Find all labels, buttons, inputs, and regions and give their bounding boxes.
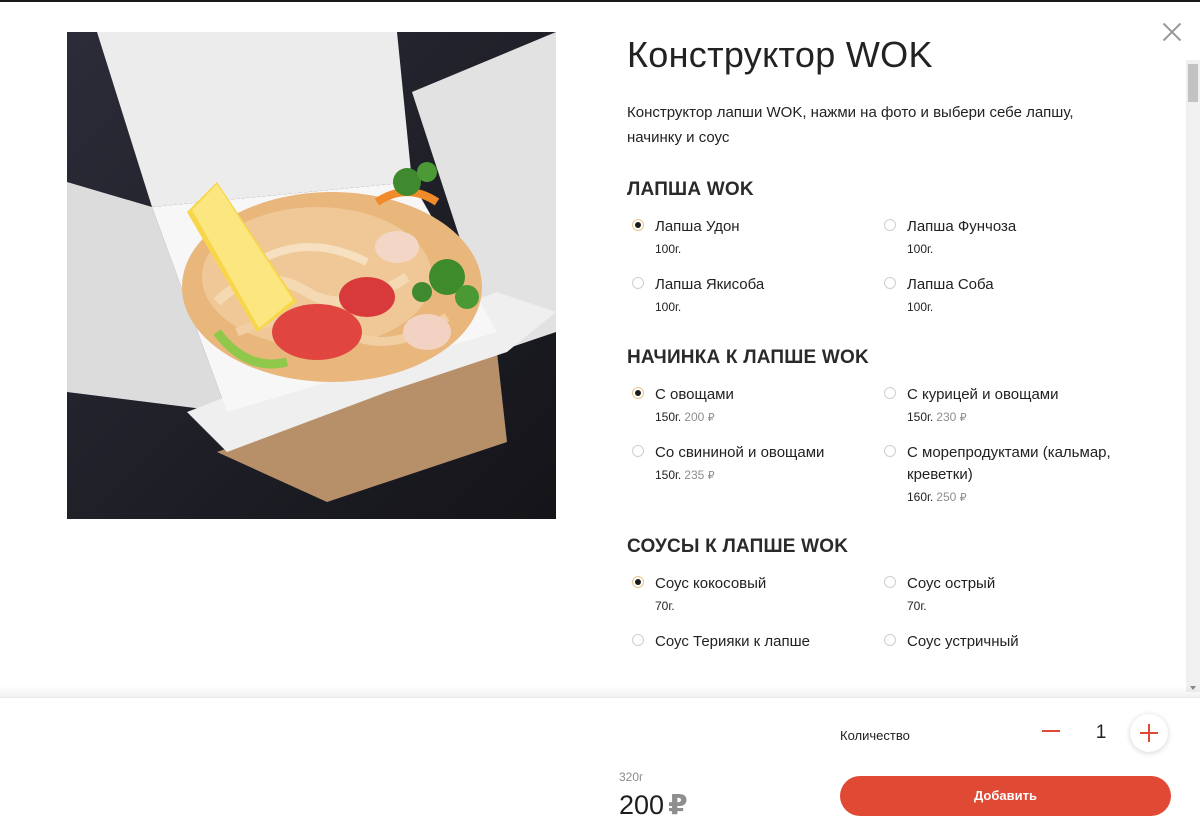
ruble-icon: ₽ bbox=[668, 789, 688, 820]
total-price-value: 200 bbox=[619, 790, 665, 820]
option-weight: 150г. bbox=[655, 468, 682, 482]
ruble-icon: ₽ bbox=[959, 492, 967, 504]
option-coconut-sauce[interactable]: Соус кокосовый 70г. bbox=[627, 573, 879, 617]
option-meta: 150г. 230 ₽ bbox=[907, 408, 1131, 427]
option-meta: 150г. 235 ₽ bbox=[655, 466, 879, 485]
option-price: 200 ₽ bbox=[684, 410, 715, 424]
wok-box-illustration bbox=[67, 32, 556, 519]
radio-button[interactable] bbox=[632, 576, 644, 588]
option-name: С овощами bbox=[655, 386, 734, 403]
option-price: 230 ₽ bbox=[936, 410, 967, 424]
radio-button[interactable] bbox=[632, 219, 644, 231]
option-name: Соус устричный bbox=[907, 633, 1019, 650]
radio-button[interactable] bbox=[884, 219, 896, 231]
options-grid: С овощами 150г. 200 ₽ С курицей и овощами… bbox=[627, 384, 1167, 507]
option-soba[interactable]: Лапша Соба 100г. bbox=[879, 274, 1131, 318]
option-name: Лапша Удон bbox=[655, 218, 740, 235]
radio-button[interactable] bbox=[632, 634, 644, 646]
option-price: 250 ₽ bbox=[936, 490, 967, 504]
section-noodles: ЛАПША WOK Лапша Удон 100г. Лапша Фунчоза… bbox=[627, 178, 1167, 318]
total-weight: 320г bbox=[619, 770, 644, 784]
total-price: 200 ₽ bbox=[619, 788, 688, 821]
option-chicken[interactable]: С курицей и овощами 150г. 230 ₽ bbox=[879, 384, 1131, 428]
section-title: СОУСЫ К ЛАПШЕ WOK bbox=[627, 536, 849, 557]
option-pork[interactable]: Со свининой и овощами 150г. 235 ₽ bbox=[627, 442, 879, 507]
order-footer: Количество 1 320г 200 ₽ Добавить bbox=[0, 697, 1200, 832]
radio-button[interactable] bbox=[884, 576, 896, 588]
minus-icon[interactable] bbox=[1034, 714, 1068, 748]
product-description: Конструктор лапши WOK, нажми на фото и в… bbox=[627, 104, 1074, 146]
radio-button[interactable] bbox=[884, 634, 896, 646]
radio-button[interactable] bbox=[632, 277, 644, 289]
option-weight: 160г. bbox=[907, 490, 934, 504]
ruble-icon: ₽ bbox=[707, 470, 715, 482]
option-meta: 150г. 200 ₽ bbox=[655, 408, 879, 427]
option-name: Со свининой и овощами bbox=[655, 444, 825, 461]
option-name: С курицей и овощами bbox=[907, 386, 1059, 403]
option-name: Соус кокосовый bbox=[655, 575, 767, 592]
section-filling: НАЧИНКА К ЛАПШЕ WOK С овощами 150г. 200 ₽… bbox=[627, 346, 1167, 507]
section-title: НАЧИНКА К ЛАПШЕ WOK bbox=[627, 347, 869, 368]
option-oyster-sauce[interactable]: Соус устричный bbox=[879, 631, 1131, 675]
option-vegetables[interactable]: С овощами 150г. 200 ₽ bbox=[627, 384, 879, 428]
option-spicy-sauce[interactable]: Соус острый 70г. bbox=[879, 573, 1131, 617]
option-weight: 100г. bbox=[655, 300, 682, 314]
options-grid: Соус кокосовый 70г. Соус острый 70г. Соу… bbox=[627, 573, 1167, 675]
options-grid: Лапша Удон 100г. Лапша Фунчоза 100г. Лап… bbox=[627, 216, 1167, 318]
option-teriyaki-sauce[interactable]: Соус Терияки к лапше bbox=[627, 631, 879, 675]
radio-button[interactable] bbox=[632, 387, 644, 399]
option-price: 235 ₽ bbox=[684, 468, 715, 482]
radio-button[interactable] bbox=[632, 445, 644, 457]
option-weight: 150г. bbox=[655, 410, 682, 424]
add-button[interactable]: Добавить bbox=[840, 776, 1171, 816]
option-weight: 100г. bbox=[907, 300, 934, 314]
plus-icon[interactable] bbox=[1130, 714, 1168, 752]
ruble-icon: ₽ bbox=[959, 412, 967, 424]
scrollbar-thumb[interactable] bbox=[1188, 64, 1198, 102]
option-yakisoba[interactable]: Лапша Якисоба 100г. bbox=[627, 274, 879, 318]
section-title: ЛАПША WOK bbox=[627, 179, 754, 200]
option-name: С морепродуктами (кальмар, креветки) bbox=[907, 444, 1111, 483]
option-name: Лапша Фунчоза bbox=[907, 218, 1017, 235]
section-sauces: СОУСЫ К ЛАПШЕ WOK Соус кокосовый 70г. Со… bbox=[627, 535, 1167, 675]
product-photo[interactable] bbox=[67, 32, 556, 519]
radio-button[interactable] bbox=[884, 387, 896, 399]
option-name: Соус Терияки к лапше bbox=[655, 633, 810, 650]
option-seafood[interactable]: С морепродуктами (кальмар, креветки) 160… bbox=[879, 442, 1131, 507]
quantity-value: 1 bbox=[1095, 722, 1107, 743]
top-border bbox=[0, 0, 1200, 2]
option-weight: 70г. bbox=[907, 599, 927, 613]
radio-button[interactable] bbox=[884, 445, 896, 457]
product-details: Конструктор WOK Конструктор лапши WOK, н… bbox=[627, 32, 1167, 688]
option-funchoza[interactable]: Лапша Фунчоза 100г. bbox=[879, 216, 1131, 260]
scrollbar[interactable] bbox=[1186, 60, 1200, 692]
radio-button[interactable] bbox=[884, 277, 896, 289]
option-udon[interactable]: Лапша Удон 100г. bbox=[627, 216, 879, 260]
option-name: Лапша Якисоба bbox=[655, 276, 765, 293]
option-meta: 160г. 250 ₽ bbox=[907, 488, 1131, 507]
option-weight: 100г. bbox=[907, 242, 934, 256]
option-name: Лапша Соба bbox=[907, 276, 994, 293]
option-weight: 70г. bbox=[655, 599, 675, 613]
ruble-icon: ₽ bbox=[707, 412, 715, 424]
option-weight: 100г. bbox=[655, 242, 682, 256]
option-name: Соус острый bbox=[907, 575, 996, 592]
quantity-label: Количество bbox=[840, 728, 910, 743]
option-weight: 150г. bbox=[907, 410, 934, 424]
page-title: Конструктор WOK bbox=[627, 34, 933, 75]
